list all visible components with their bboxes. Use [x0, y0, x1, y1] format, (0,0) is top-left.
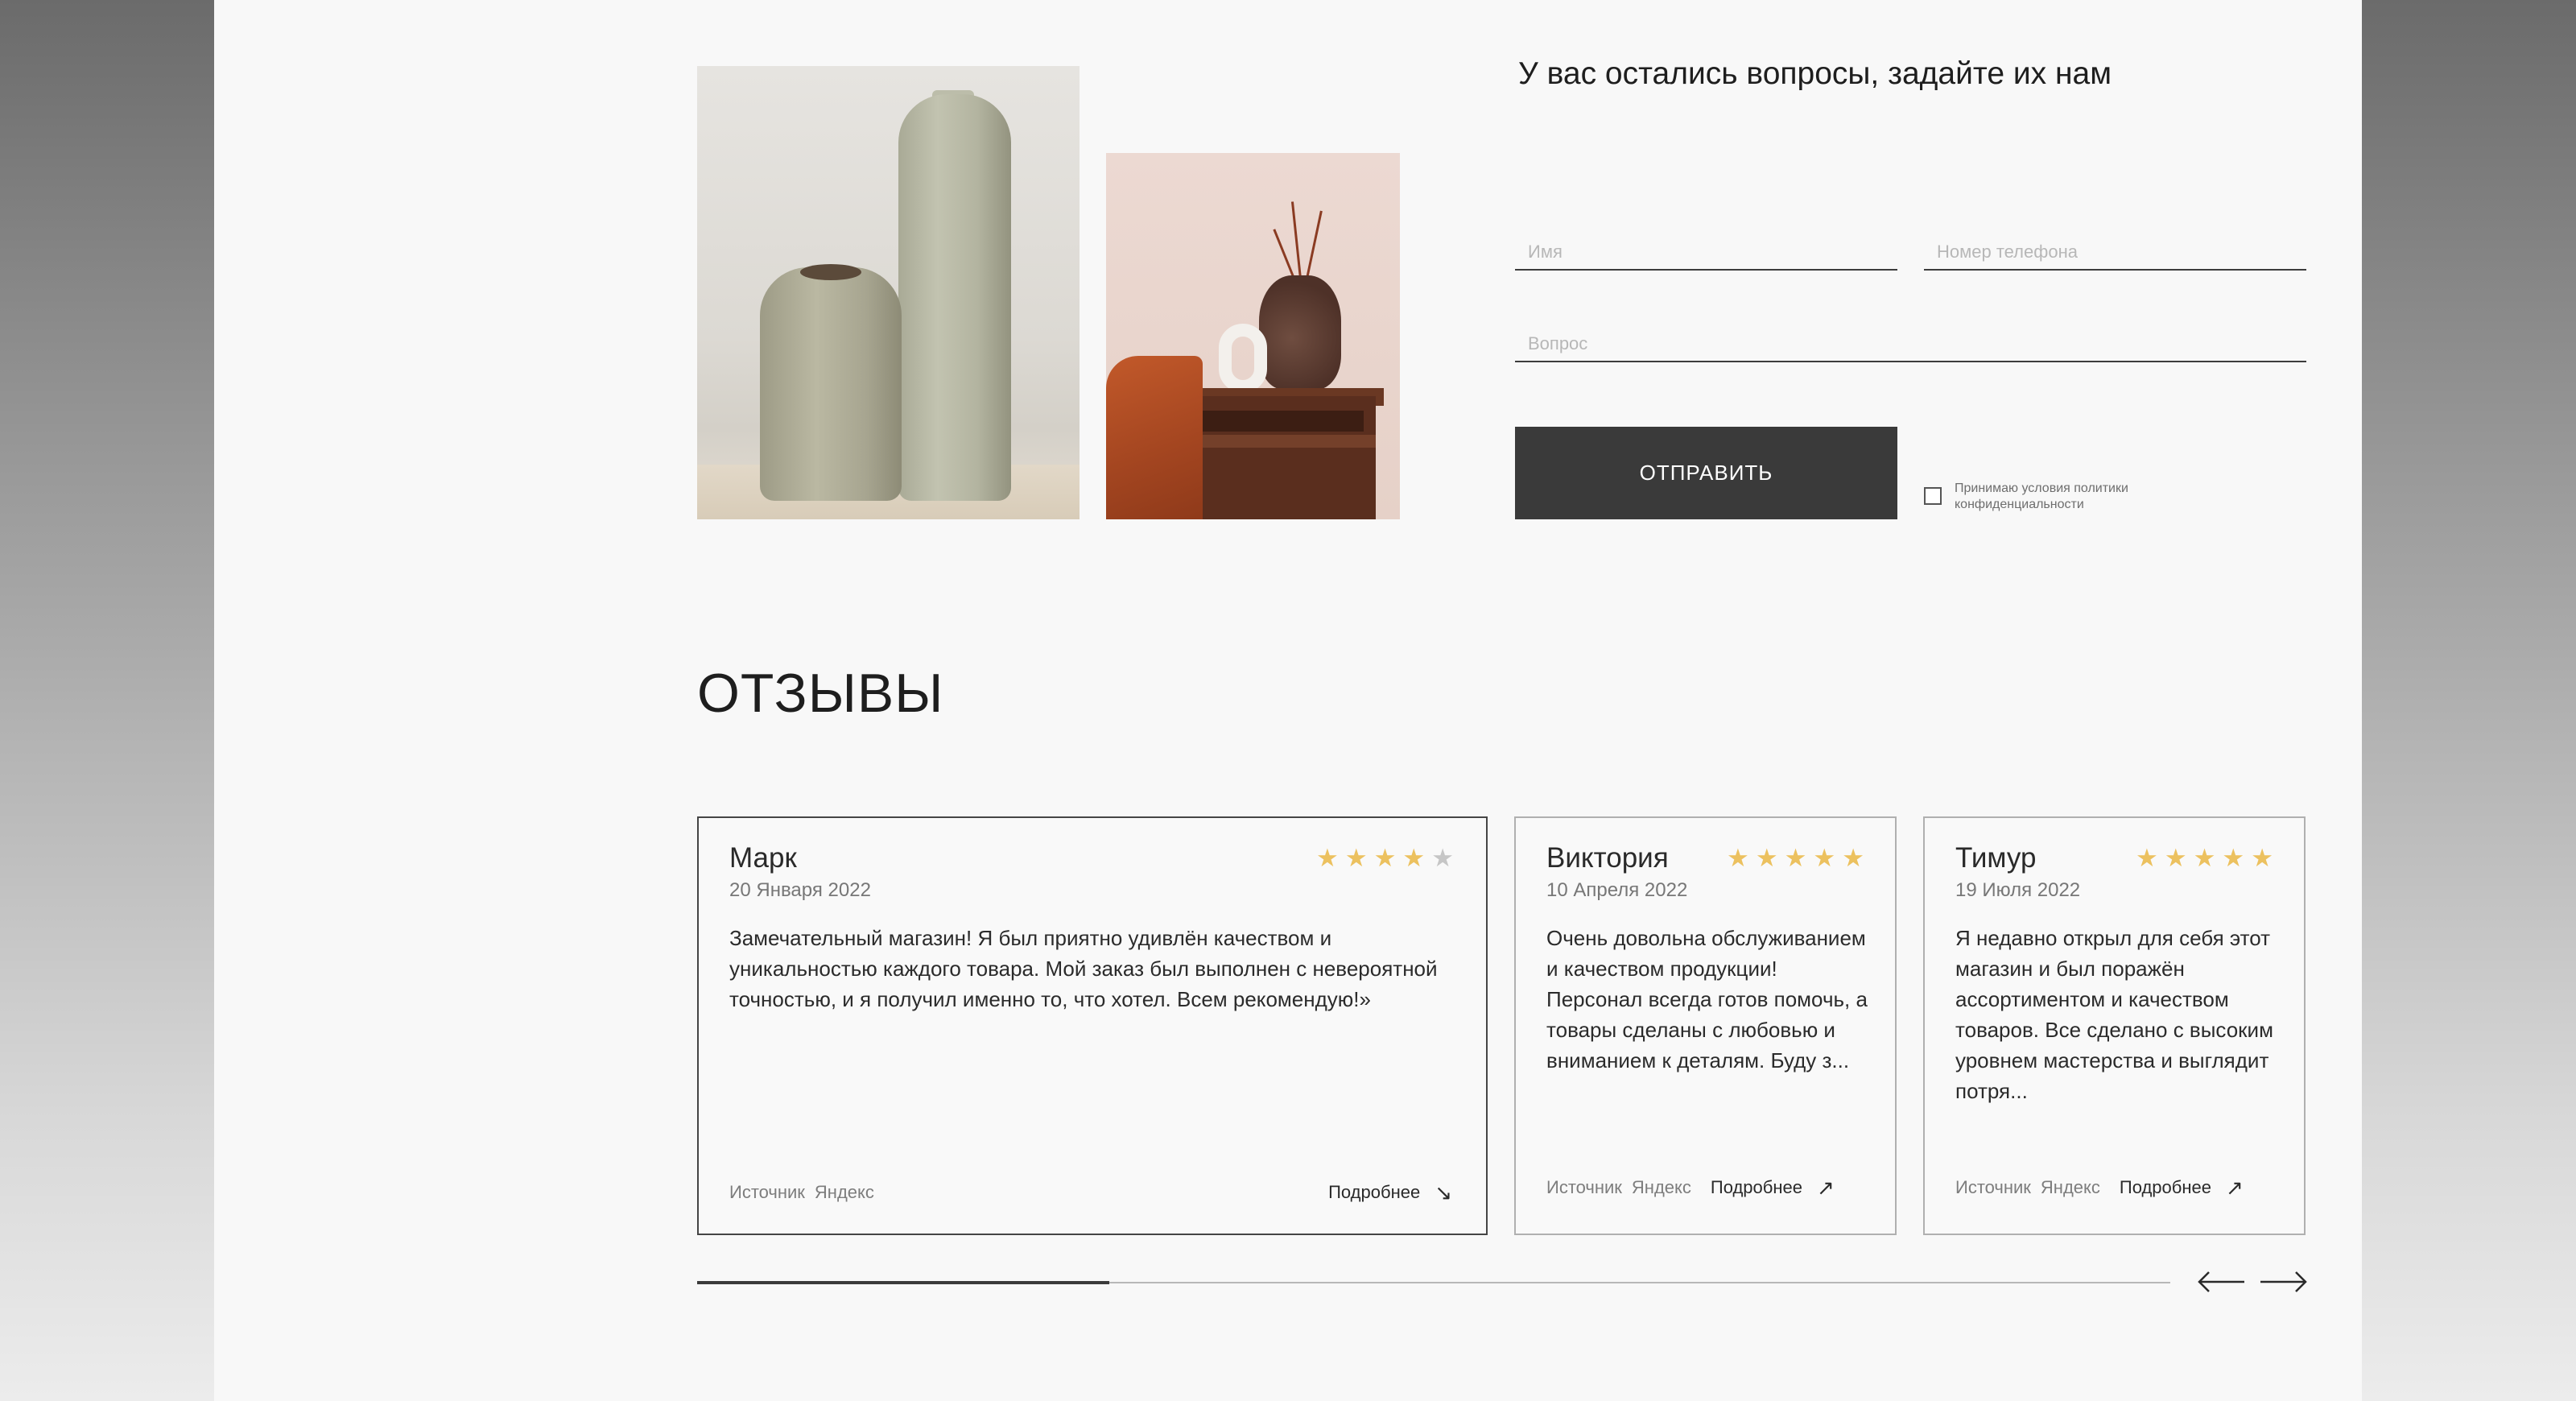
source-label: Источник — [729, 1182, 805, 1202]
source-label: Источник — [1546, 1177, 1622, 1197]
carousel-progress-fill — [697, 1281, 1110, 1284]
star-icon: ★ — [1813, 844, 1836, 872]
review-text: Я недавно открыл для себя этот магазин и… — [1955, 926, 2273, 1103]
review-text: Замечательный магазин! Я был приятно уди… — [729, 926, 1438, 1011]
star-icon: ★ — [1784, 844, 1807, 872]
more-link[interactable]: Подробнее ↘ — [1328, 1182, 1452, 1203]
reviewer-name: Тимур — [1955, 842, 2037, 874]
arrow-down-right-icon: ↘ — [1435, 1180, 1452, 1205]
rating-stars: ★ ★ ★ ★ ★ — [2136, 845, 2273, 870]
more-label: Подробнее — [1710, 1177, 1802, 1197]
arrow-right-icon[interactable] — [2259, 1266, 2309, 1298]
reviews-title: ОТЗЫВЫ — [697, 663, 944, 724]
submit-button[interactable]: ОТПРАВИТЬ — [1515, 427, 1897, 519]
review-source: Источник Яндекс Подробнее ↗ — [1955, 1177, 2244, 1198]
rating-stars: ★ ★ ★ ★ ★ — [1316, 845, 1454, 870]
consent-checkbox[interactable] — [1924, 487, 1942, 505]
form-title: У вас остались вопросы, задайте их нам — [1518, 56, 2112, 91]
phone-placeholder: Номер телефона — [1937, 242, 2078, 262]
reviewer-name: Марк — [729, 842, 797, 874]
consent-row: Принимаю условия политики конфиденциальн… — [1924, 481, 2196, 513]
star-icon: ★ — [2136, 844, 2158, 872]
review-card[interactable]: Тимур 19 Июля 2022 ★ ★ ★ ★ ★ Я недавно о… — [1923, 816, 2306, 1235]
more-label: Подробнее — [2119, 1177, 2211, 1197]
more-link[interactable]: Подробнее ↗ — [1711, 1177, 1835, 1198]
review-card[interactable]: Марк 20 Января 2022 ★ ★ ★ ★ ★ Замечатель… — [697, 816, 1488, 1235]
review-source: Источник Яндекс Подробнее ↗ — [1546, 1177, 1835, 1198]
review-text: Очень довольна обслуживанием и качеством… — [1546, 926, 1868, 1072]
rating-stars: ★ ★ ★ ★ ★ — [1727, 845, 1864, 870]
star-icon: ★ — [2251, 844, 2273, 872]
star-icon: ★ — [2222, 844, 2245, 872]
review-date: 19 Июля 2022 — [1955, 879, 2081, 901]
star-icon: ★ — [1402, 844, 1426, 872]
question-placeholder: Вопрос — [1528, 333, 1588, 353]
reviewer-name: Виктория — [1546, 842, 1669, 874]
arrow-left-icon[interactable] — [2196, 1266, 2246, 1298]
phone-field[interactable]: Номер телефона — [1924, 227, 2306, 271]
star-icon: ★ — [1373, 844, 1397, 872]
page: У вас остались вопросы, задайте их нам И… — [214, 0, 2362, 1401]
consent-label: Принимаю условия политики конфиденциальн… — [1955, 481, 2128, 511]
source-name: Яндекс — [814, 1182, 874, 1202]
star-icon: ★ — [1344, 844, 1368, 872]
source-name: Яндекс — [1631, 1177, 1691, 1197]
name-field[interactable]: Имя — [1515, 227, 1897, 271]
star-icon: ★ — [2193, 844, 2216, 872]
arrow-up-right-icon: ↗ — [2226, 1176, 2244, 1200]
question-field[interactable]: Вопрос — [1515, 319, 2306, 362]
star-icon: ★ — [2164, 844, 2187, 872]
star-icon: ★ — [1755, 844, 1778, 872]
star-icon: ★ — [1842, 844, 1864, 872]
star-icon: ★ — [1727, 844, 1749, 872]
star-icon: ★ — [1431, 844, 1454, 872]
review-source: Источник Яндекс — [729, 1182, 874, 1203]
more-link[interactable]: Подробнее ↗ — [2120, 1177, 2244, 1198]
more-label: Подробнее — [1328, 1182, 1421, 1202]
source-label: Источник — [1955, 1177, 2031, 1197]
review-date: 20 Января 2022 — [729, 879, 871, 901]
vases-photo — [697, 66, 1080, 519]
source-name: Яндекс — [2040, 1177, 2100, 1197]
review-card[interactable]: Виктория 10 Апреля 2022 ★ ★ ★ ★ ★ Очень … — [1514, 816, 1897, 1235]
name-placeholder: Имя — [1528, 242, 1563, 262]
arrow-up-right-icon: ↗ — [1817, 1176, 1835, 1200]
review-date: 10 Апреля 2022 — [1546, 879, 1688, 901]
decor-photo — [1106, 153, 1400, 519]
star-icon: ★ — [1316, 844, 1339, 872]
